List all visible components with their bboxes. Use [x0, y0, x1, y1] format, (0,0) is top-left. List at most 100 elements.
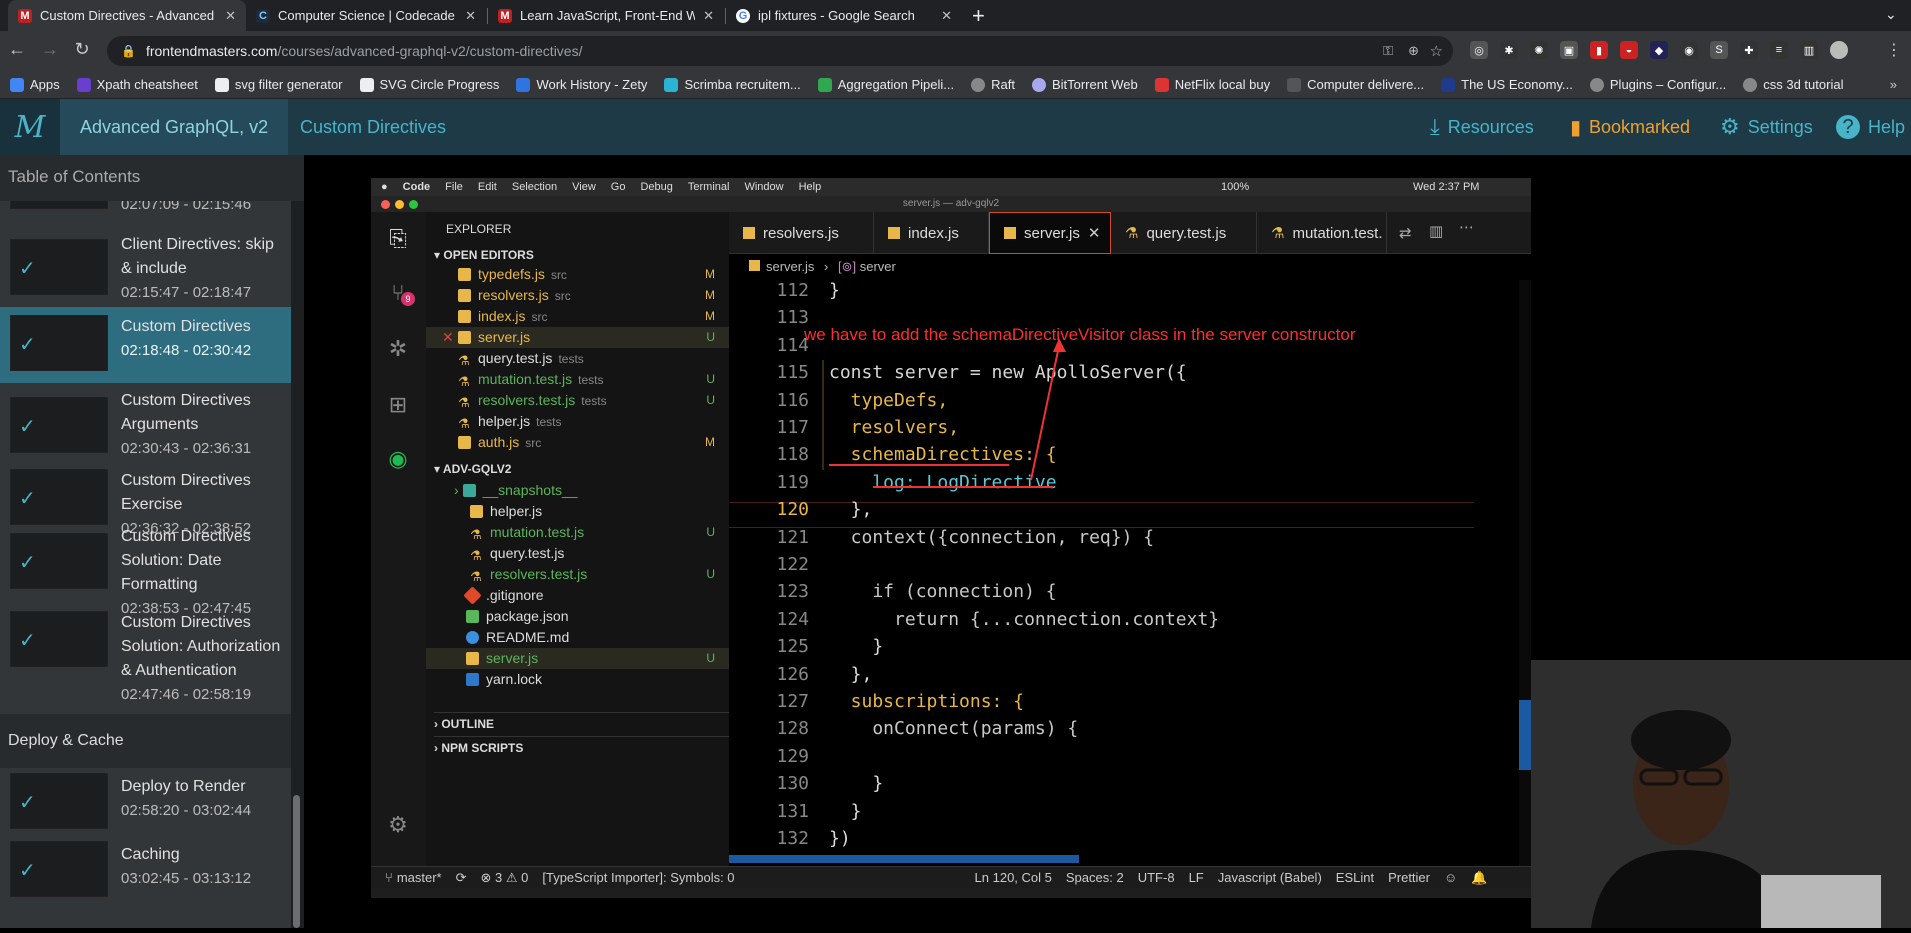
editor-tabs: resolvers.js index.js server.js ✕ ⚗ query.…	[729, 212, 1531, 254]
bookmark-item[interactable]: Raft	[971, 77, 1015, 92]
settings-button[interactable]: ⚙ Settings	[1720, 99, 1813, 155]
extension-icon[interactable]: S	[1710, 41, 1728, 59]
browser-tab[interactable]: M Learn JavaScript, Front-End W ✕	[488, 0, 724, 31]
test-file-icon: ⚗	[470, 527, 482, 542]
editor-scroll-thumb	[1519, 700, 1531, 770]
extension-icon[interactable]: ▣	[1560, 41, 1578, 59]
lesson-thumbnail: ✓	[10, 773, 108, 829]
bookmark-item[interactable]: Aggregation Pipeli...	[817, 77, 955, 92]
close-tab-icon[interactable]: ✕	[941, 8, 952, 24]
globe-icon	[1589, 77, 1604, 92]
lesson-item[interactable]: ✓ Deploy to Render 02:58:20 - 03:02:44	[0, 769, 291, 829]
file-name: query.test.js	[478, 350, 553, 366]
menu-item: Edit	[477, 181, 497, 193]
file-name: __snapshots__	[482, 482, 578, 498]
file-name: resolvers.test.js	[478, 392, 576, 408]
menu-item: Help	[798, 181, 822, 193]
close-tab-icon[interactable]: ✕	[225, 8, 236, 24]
reload-icon[interactable]: ↻	[70, 39, 94, 60]
lesson-item[interactable]: ✓ Custom Directives Solution: Date Forma…	[0, 525, 291, 617]
bookmark-star-icon[interactable]: ☆	[1430, 42, 1443, 60]
avatar[interactable]	[1830, 41, 1848, 59]
extension-icon[interactable]: ✱	[1500, 41, 1518, 59]
js-file-icon	[458, 436, 471, 449]
lesson-item[interactable]: ✓ Caching 03:02:45 - 03:13:12	[0, 837, 291, 897]
bookmark-item[interactable]: css 3d tutorial	[1743, 77, 1843, 92]
new-tab-button[interactable]: +	[972, 3, 985, 29]
extension-icon[interactable]: ◉	[1680, 41, 1698, 59]
clock: Wed 2:37 PM	[1413, 181, 1480, 193]
lesson-item[interactable]: ✓ Custom Directives Arguments 02:30:43 - …	[0, 389, 291, 459]
bookmark-item[interactable]: Apps	[10, 77, 60, 92]
tab-search-icon[interactable]: ⌄	[1885, 6, 1897, 23]
resources-label: Resources	[1447, 116, 1534, 137]
browser-tab[interactable]: C Computer Science | Codecade ✕	[246, 0, 486, 31]
more-bookmarks-icon[interactable]: »	[1890, 77, 1897, 92]
close-tab-icon[interactable]: ✕	[465, 8, 476, 24]
lesson-thumbnail	[10, 201, 108, 209]
bookmark-item[interactable]: svg filter generator	[214, 77, 343, 92]
key-icon[interactable]: ⚿	[1383, 43, 1393, 59]
lesson-item[interactable]: ✓ Custom Directives Exercise 02:36:32 - 0…	[0, 469, 291, 537]
reading-list-icon[interactable]: ≡	[1770, 41, 1788, 59]
bookmark-item[interactable]: The US Economy...	[1441, 77, 1573, 92]
file-name: mutation.test.js	[478, 371, 573, 387]
bookmark-item[interactable]: SVG Circle Progress	[359, 77, 499, 92]
lesson-item-active[interactable]: ✓ Custom Directives 02:18:48 - 02:30:42	[0, 307, 291, 383]
bookmark-label: css 3d tutorial	[1763, 77, 1844, 92]
js-file-icon	[458, 268, 471, 281]
menu-icon[interactable]: ⋮	[1886, 40, 1902, 60]
browser-tab-title: Custom Directives - Advanced	[40, 8, 215, 23]
lesson-text: Custom Directives 02:18:48 - 02:30:42	[121, 315, 286, 363]
lesson-title: Custom Directives	[121, 318, 251, 335]
info-icon	[466, 631, 479, 644]
browser-tab[interactable]: M Custom Directives - Advanced ✕	[8, 0, 246, 31]
js-file-icon	[888, 227, 900, 239]
extension-icon[interactable]: ◎	[1470, 41, 1488, 59]
extension-icon[interactable]: ▮	[1590, 41, 1608, 59]
editor-tab-label: mutation.test.	[1292, 224, 1383, 242]
bookmark-label: Aggregation Pipeli...	[837, 77, 955, 92]
url-bar[interactable]: 🔒 frontendmasters.com/courses/advanced-g…	[107, 36, 1453, 66]
lock-icon[interactable]: 🔒	[121, 44, 136, 58]
bookmark-item[interactable]: Computer delivere...	[1287, 77, 1424, 92]
bookmark-item[interactable]: NetFlix local buy	[1154, 77, 1270, 92]
lesson-text: 02:07:09 - 02:15:46	[121, 201, 286, 217]
help-button[interactable]: ? Help	[1836, 99, 1905, 155]
bookmark-item[interactable]: Scrimba recruitem...	[664, 77, 801, 92]
bookmark-item[interactable]: Xpath cheatsheet	[76, 77, 198, 92]
bookmark-item[interactable]: Plugins – Configur...	[1589, 77, 1726, 92]
lesson-item[interactable]: ✓ Custom Directives Solution: Authorizat…	[0, 611, 291, 707]
close-tab-icon[interactable]: ✕	[703, 8, 714, 24]
browser-tab[interactable]: G ipl fixtures - Google Search ✕	[726, 0, 962, 31]
file-dir: src	[531, 310, 548, 324]
puzzle-icon[interactable]: ✚	[1740, 41, 1758, 59]
fm-logo-icon[interactable]: M	[0, 99, 60, 155]
bookmark-label: Scrimba recruitem...	[684, 77, 801, 92]
help-icon: ?	[1836, 115, 1860, 139]
bookmark-item[interactable]: Work History - Zety	[516, 77, 647, 92]
minimap	[1519, 280, 1531, 866]
bookmark-item[interactable]: BitTorrent Web	[1031, 77, 1138, 92]
language-mode: Javascript (Babel)	[1217, 870, 1322, 885]
google-icon: G	[736, 8, 750, 23]
lesson-item[interactable]: ✓ Client Directives: skip & include 02:15…	[0, 233, 291, 303]
check-icon: ✓	[19, 860, 36, 882]
test-file-icon: ⚗	[458, 395, 470, 410]
extension-icon[interactable]: ✺	[1530, 41, 1548, 59]
resources-button[interactable]: ⤓ Resources	[1430, 99, 1534, 155]
breadcrumb-course[interactable]: Advanced GraphQL, v2	[60, 99, 289, 155]
section-header[interactable]: Deploy & Cache	[0, 714, 291, 768]
code-area: 112} 113 114 115 const server = new ApolloSe…	[729, 280, 1531, 866]
zoom-icon[interactable]: ⊕	[1408, 43, 1419, 59]
apple-icon: ●	[381, 181, 388, 193]
lesson-item[interactable]: 02:07:09 - 02:15:46	[0, 201, 291, 225]
extension-icon[interactable]: ◒	[1620, 41, 1638, 59]
sidebar-scroll-thumb[interactable]	[293, 795, 300, 928]
extension-icon[interactable]: ◆	[1650, 41, 1668, 59]
back-icon[interactable]: ←	[5, 39, 29, 60]
lesson-thumbnail: ✓	[10, 611, 108, 667]
forward-icon[interactable]: →	[38, 39, 62, 60]
bookmarked-button[interactable]: ▮ Bookmarked	[1570, 99, 1690, 155]
sidepanel-icon[interactable]: ▥	[1800, 41, 1818, 59]
